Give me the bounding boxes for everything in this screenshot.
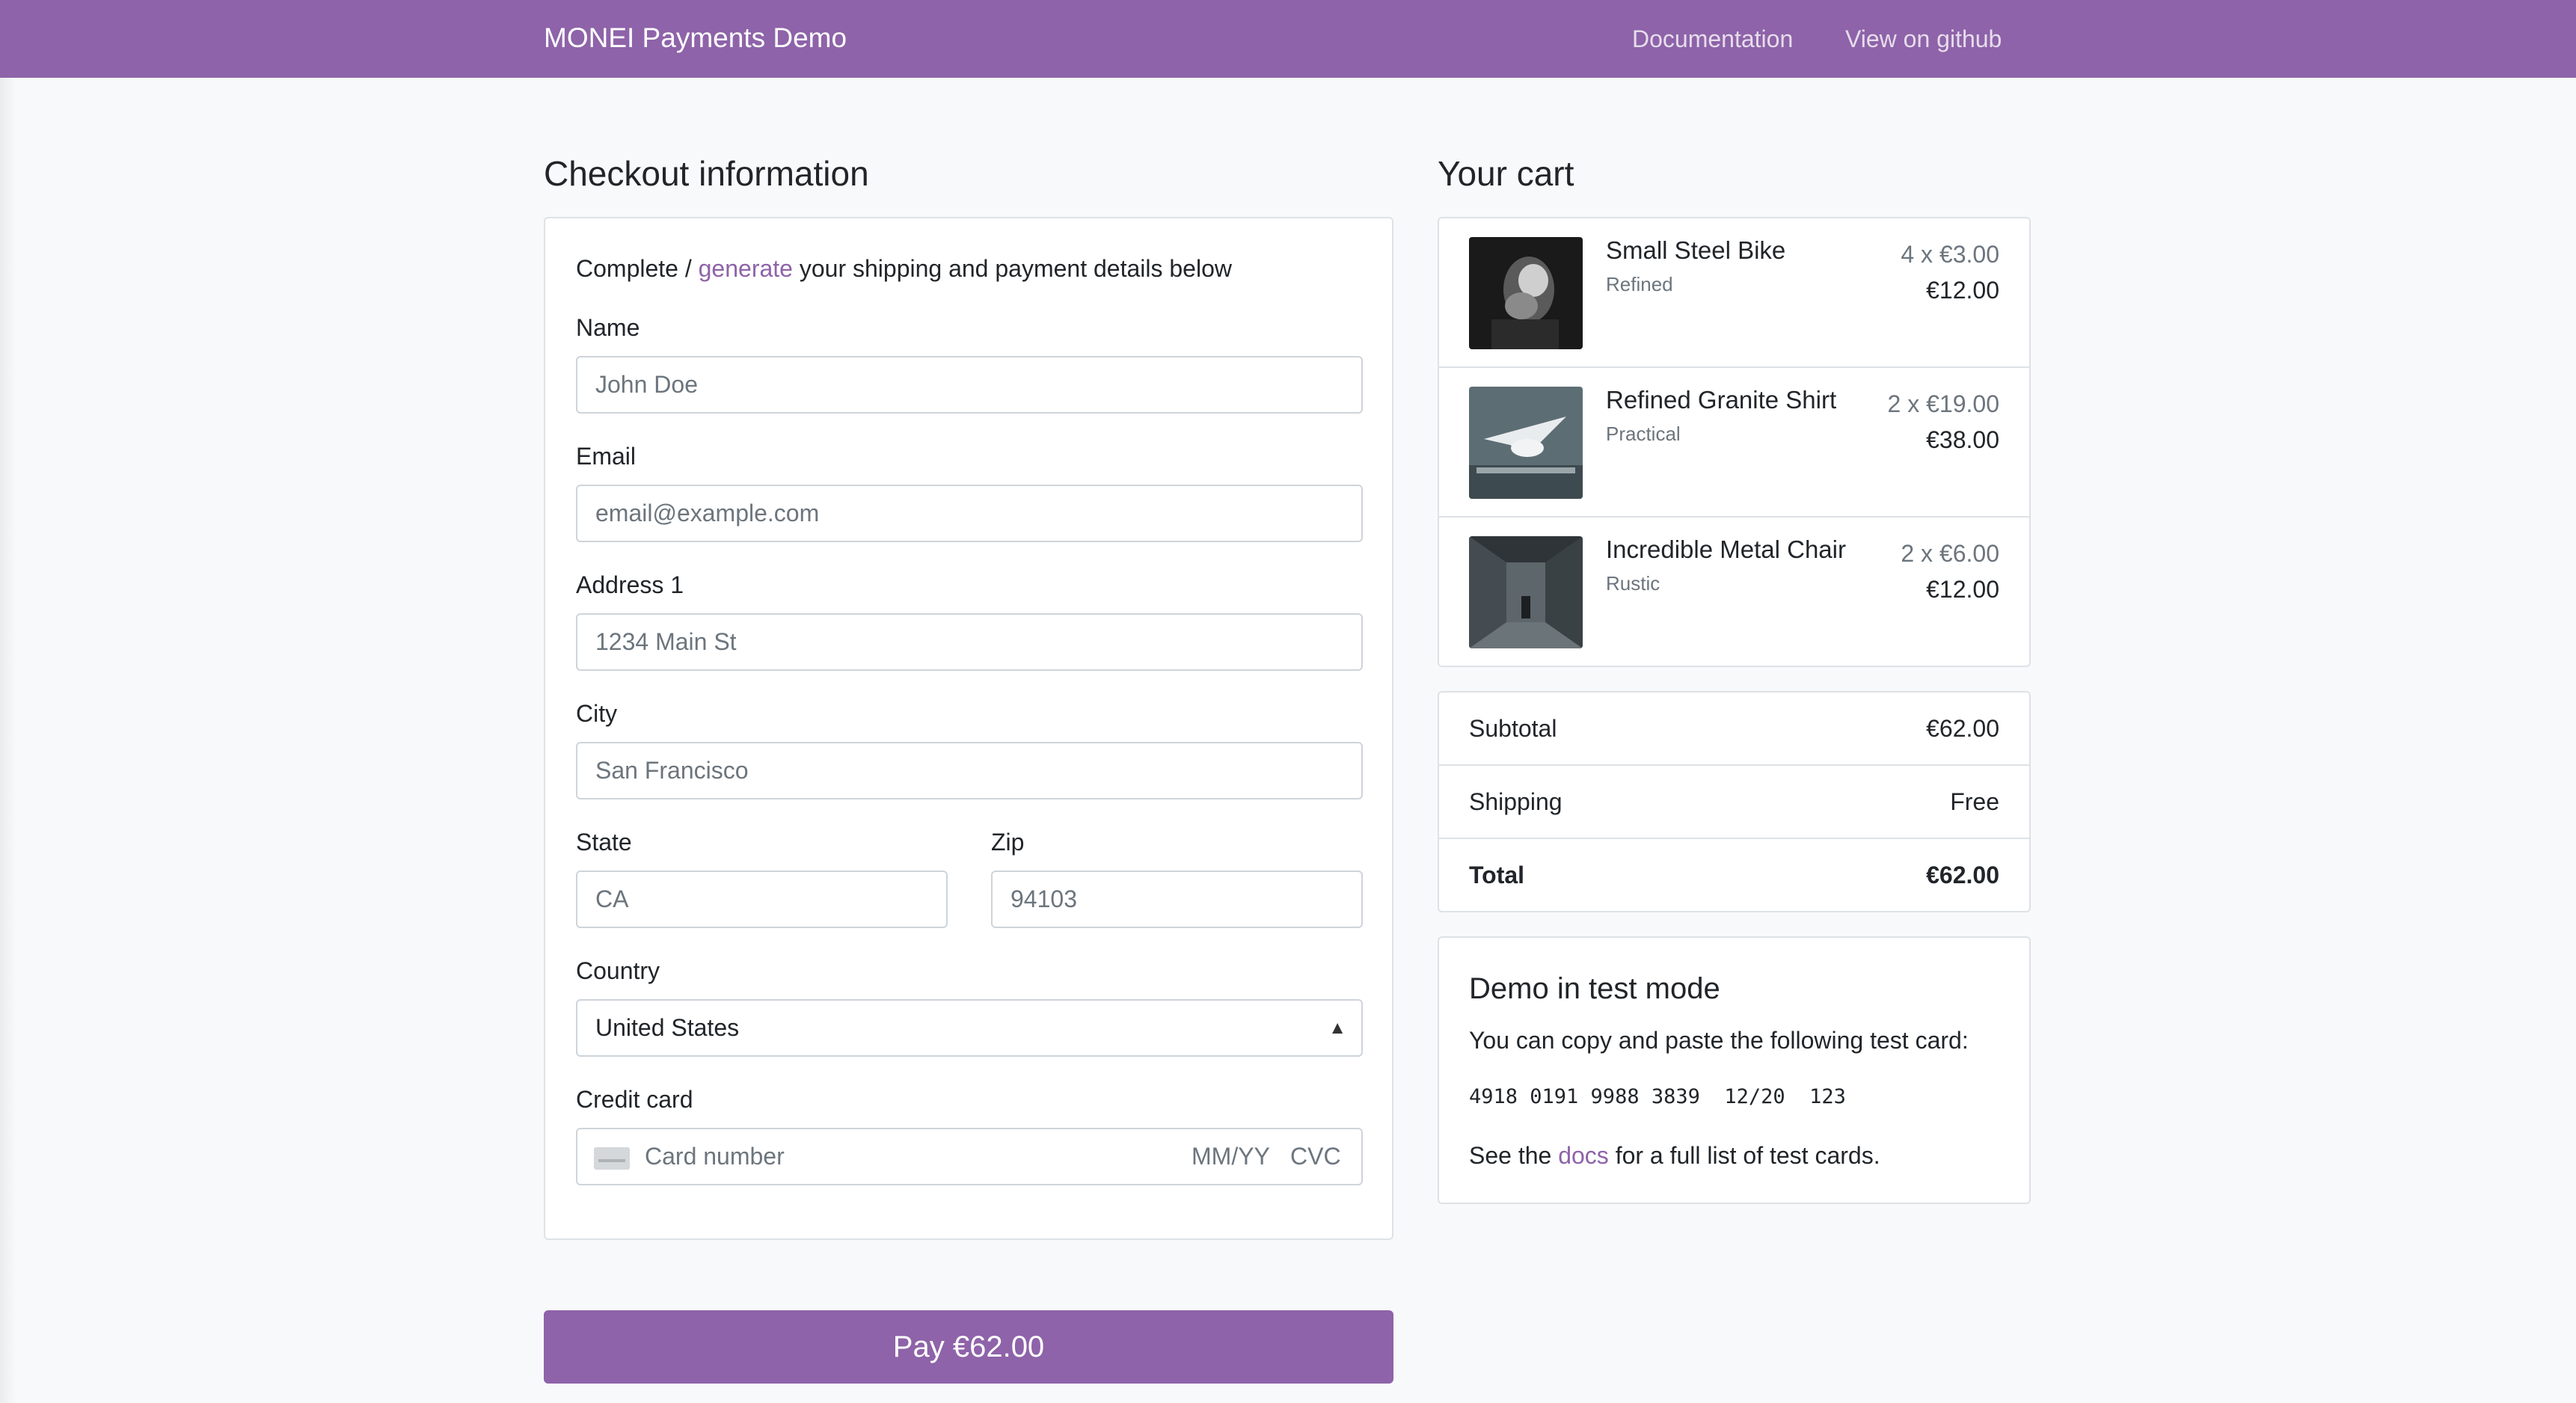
demo-footer-suffix: for a full list of test cards.	[1608, 1142, 1880, 1169]
top-navbar: MONEI Payments Demo Documentation View o…	[0, 0, 2576, 78]
intro-prefix-text: Complete /	[576, 255, 699, 282]
subtotal-row: Subtotal €62.00	[1439, 693, 2029, 766]
email-field[interactable]: email@example.com	[576, 485, 1363, 542]
item-unit-price: 2 x €19.00	[1887, 390, 1999, 417]
select-updown-icon: ▲	[1328, 1018, 1346, 1038]
cart-totals-card: Subtotal €62.00 Shipping Free Total €62.…	[1438, 691, 2031, 912]
pay-button[interactable]: Pay €62.00	[544, 1310, 1393, 1384]
subtotal-label: Subtotal	[1469, 715, 1557, 742]
address1-label: Address 1	[576, 571, 684, 598]
item-total: €12.00	[1926, 277, 1999, 304]
test-card-code[interactable]: 4918 0191 9988 3839 12/20 123	[1469, 1080, 1846, 1114]
cart-item: Small Steel Bike Refined 4 x €3.00 €12.0…	[1439, 218, 2029, 368]
nav-link-documentation[interactable]: Documentation	[1632, 22, 1793, 55]
total-value: €62.00	[1926, 862, 1999, 888]
country-select-value: United States	[595, 1014, 740, 1041]
country-label: Country	[576, 957, 660, 984]
demo-title: Demo in test mode	[1469, 972, 1720, 1005]
checkout-form-card: Complete / generate your shipping and pa…	[544, 217, 1393, 1240]
intro-suffix-text: your shipping and payment details below	[792, 255, 1232, 282]
item-total: €12.00	[1926, 576, 1999, 603]
card-expiry-input[interactable]: MM/YY	[1192, 1129, 1270, 1184]
country-select[interactable]: United States ▲	[576, 999, 1363, 1057]
shipping-label: Shipping	[1469, 788, 1563, 815]
name-field[interactable]: John Doe	[576, 356, 1363, 414]
demo-text: You can copy and paste the following tes…	[1469, 1027, 1969, 1054]
city-label: City	[576, 700, 618, 727]
dark-figure-image	[1469, 237, 1583, 349]
nav-link-github[interactable]: View on github	[1845, 22, 2002, 55]
cart-items-card: Small Steel Bike Refined 4 x €3.00 €12.0…	[1438, 217, 2031, 667]
seagull-image	[1469, 387, 1583, 499]
demo-footer-prefix: See the	[1469, 1142, 1559, 1169]
item-name: Refined Granite Shirt	[1606, 386, 1837, 414]
generate-link[interactable]: generate	[699, 255, 793, 282]
item-variant: Refined	[1606, 273, 1673, 295]
cart-title: Your cart	[1438, 154, 1574, 193]
total-row: Total €62.00	[1439, 839, 2029, 912]
shipping-value: Free	[1950, 788, 1999, 815]
checkout-intro: Complete / generate your shipping and pa…	[576, 252, 1232, 285]
card-cvc-input[interactable]: CVC	[1290, 1129, 1341, 1184]
state-field[interactable]: CA	[576, 871, 948, 928]
item-unit-price: 4 x €3.00	[1901, 241, 1999, 268]
credit-card-field[interactable]: Card number MM/YY CVC	[576, 1128, 1363, 1185]
page-edge-shadow	[0, 78, 16, 1403]
total-label: Total	[1469, 862, 1525, 888]
email-label: Email	[576, 443, 637, 470]
item-variant: Practical	[1606, 423, 1681, 445]
address1-field[interactable]: 1234 Main St	[576, 613, 1363, 671]
credit-card-label: Credit card	[576, 1086, 693, 1113]
name-label: Name	[576, 314, 640, 341]
item-total: €38.00	[1926, 426, 1999, 453]
item-variant: Rustic	[1606, 572, 1660, 595]
credit-card-icon	[594, 1147, 630, 1170]
shipping-row: Shipping Free	[1439, 766, 2029, 839]
zip-label: Zip	[991, 829, 1025, 856]
zip-field[interactable]: 94103	[991, 871, 1363, 928]
subtotal-value: €62.00	[1926, 715, 1999, 742]
demo-footer: See the docs for a full list of test car…	[1469, 1138, 1880, 1173]
item-name: Small Steel Bike	[1606, 236, 1786, 264]
cart-item: Incredible Metal Chair Rustic 2 x €6.00 …	[1439, 518, 2029, 667]
brand-title[interactable]: MONEI Payments Demo	[544, 19, 847, 57]
item-unit-price: 2 x €6.00	[1901, 540, 1999, 567]
corridor-image	[1469, 536, 1583, 648]
cart-item: Refined Granite Shirt Practical 2 x €19.…	[1439, 368, 2029, 518]
state-label: State	[576, 829, 632, 856]
card-number-input[interactable]: Card number	[645, 1129, 785, 1184]
item-name: Incredible Metal Chair	[1606, 535, 1846, 563]
city-field[interactable]: San Francisco	[576, 742, 1363, 799]
docs-link[interactable]: docs	[1558, 1142, 1609, 1169]
demo-info-card: Demo in test mode You can copy and paste…	[1438, 936, 2031, 1204]
checkout-title: Checkout information	[544, 154, 869, 193]
